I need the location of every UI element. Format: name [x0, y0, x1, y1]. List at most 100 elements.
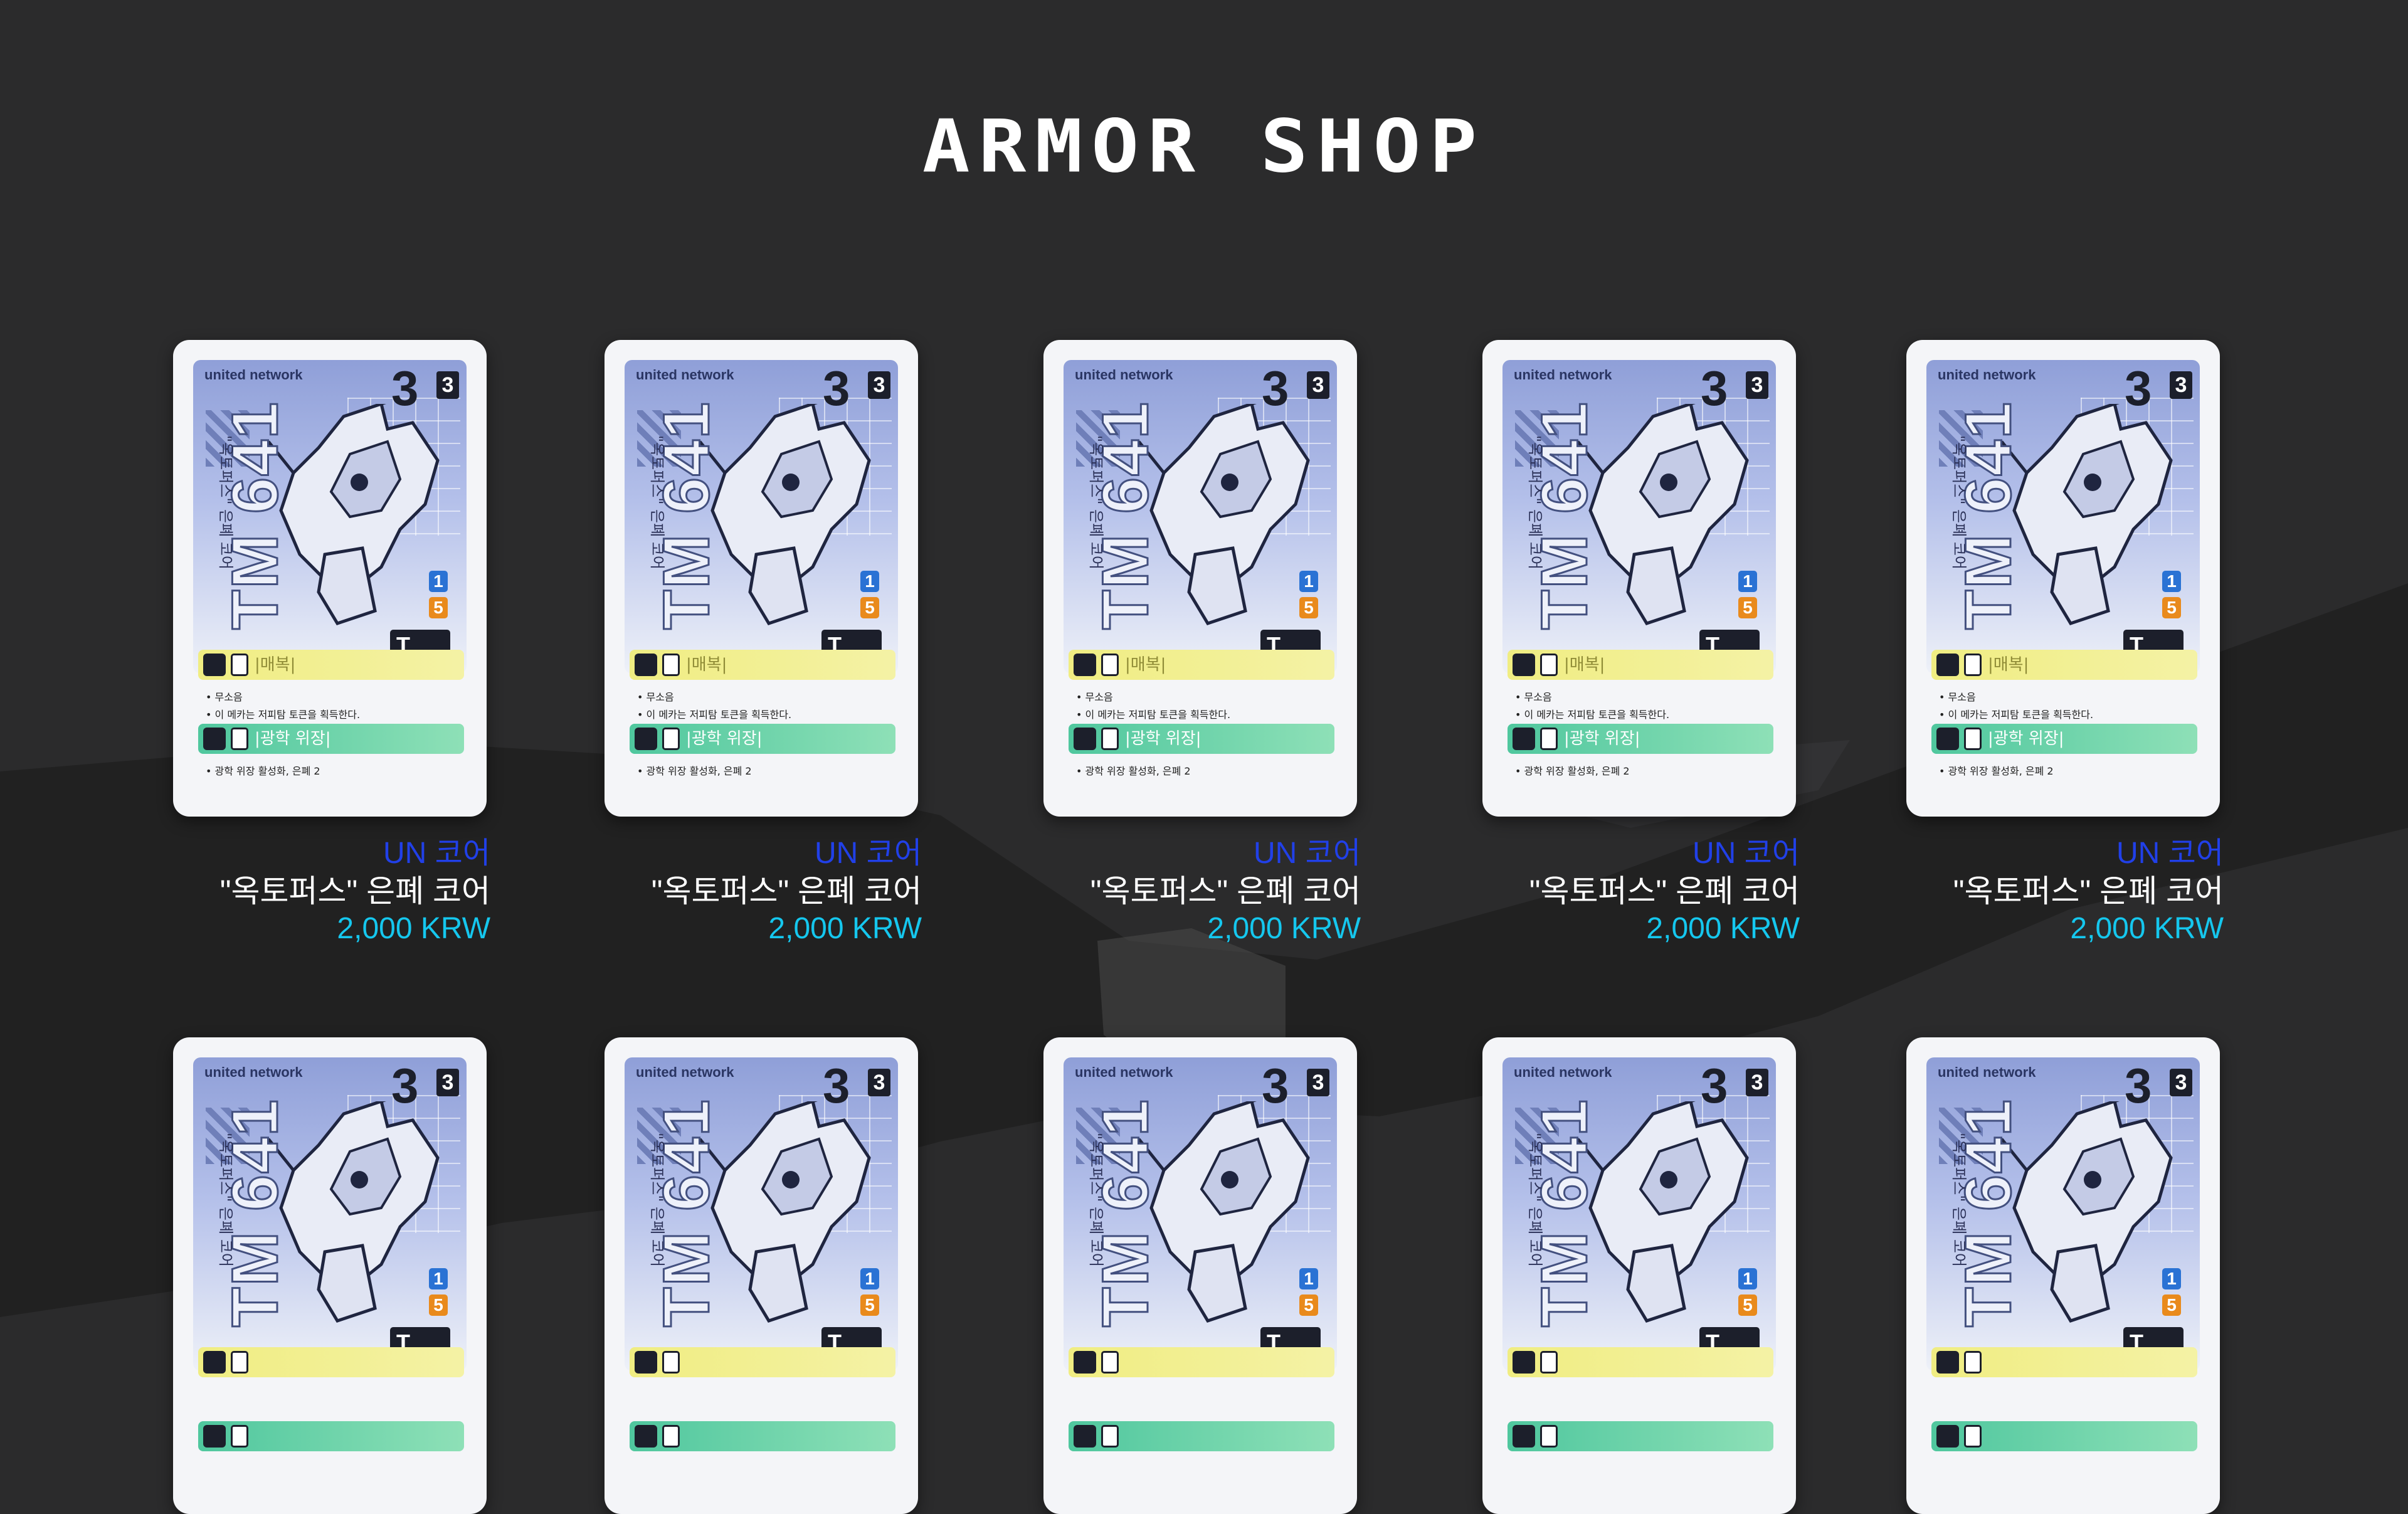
card-cost-box: 3 [2170, 371, 2192, 399]
card-stat-orange: 5 [429, 1294, 448, 1316]
product-card-image[interactable]: united network 3 3 TM 641 "옥토퍼스" 은폐 코어 1… [1906, 1037, 2220, 1514]
card-logo: united network [1514, 1064, 1612, 1080]
product-card-image[interactable]: united network 3 3 TM 641 "옥토퍼스" 은폐 코어 1… [1906, 340, 2220, 817]
card-ability-ambush [630, 1347, 895, 1377]
card-stat-orange: 5 [860, 1294, 879, 1316]
product-name: "옥토퍼스" 은폐 코어 [1529, 874, 1800, 909]
card-stat-blue: 1 [1299, 571, 1318, 592]
product-name: "옥토퍼스" 은폐 코어 [219, 874, 490, 909]
card-art: united network 3 3 TM 641 "옥토퍼스" 은폐 코어 1… [193, 360, 467, 674]
product-price: 2,000 KRW [2070, 912, 2224, 945]
card-logo: united network [1938, 1064, 2036, 1080]
card-art: united network 3 3 TM 641 "옥토퍼스" 은폐 코어 1… [193, 1057, 467, 1371]
card-stat-orange: 5 [2162, 1294, 2181, 1316]
card-cost: 3 [823, 1058, 850, 1113]
armor-shop-page: { "page": { "title": "ARMOR SHOP", "back… [0, 0, 2408, 1514]
card-vertical-name: "옥토퍼스" 은폐 코어 [217, 435, 235, 569]
card-cost-box: 3 [1746, 1069, 1768, 1096]
card-art: united network 3 3 TM 641 "옥토퍼스" 은폐 코어 1… [1502, 1057, 1776, 1371]
card-vertical-name: "옥토퍼스" 은폐 코어 [1950, 435, 1968, 569]
card-text-line: • 이 메카는 저피탐 토큰을 획득한다. [1515, 709, 1670, 721]
product-brand: UN 코어 [1254, 837, 1361, 870]
card-logo: united network [1938, 367, 2036, 383]
card-ability-ambush: |매복| [198, 650, 464, 680]
card-cost: 3 [2125, 1058, 2152, 1113]
card-art: united network 3 3 TM 641 "옥토퍼스" 은폐 코어 1… [625, 360, 898, 674]
card-text-line: • 광학 위장 활성화, 은폐 2 [1939, 765, 2054, 777]
card-cost: 3 [1701, 361, 1728, 416]
card-art: united network 3 3 TM 641 "옥토퍼스" 은폐 코어 1… [625, 1057, 898, 1371]
product-caption: UN 코어 "옥토퍼스" 은폐 코어 2,000 KRW [1953, 835, 2224, 947]
product-card-image[interactable]: united network 3 3 TM 641 "옥토퍼스" 은폐 코어 1… [605, 340, 918, 817]
card-art: united network 3 3 TM 641 "옥토퍼스" 은폐 코어 1… [1064, 360, 1337, 674]
card-vertical-name: "옥토퍼스" 은폐 코어 [648, 1133, 666, 1267]
card-ability-camo [1069, 1421, 1334, 1451]
product-name: "옥토퍼스" 은폐 코어 [1090, 874, 1361, 909]
product-card-image[interactable]: united network 3 3 TM 641 "옥토퍼스" 은폐 코어 1… [605, 1037, 918, 1514]
card-stat-orange: 5 [1738, 597, 1757, 618]
card-art: united network 3 3 TM 641 "옥토퍼스" 은폐 코어 1… [1926, 360, 2200, 674]
card-ability-ambush [198, 1347, 464, 1377]
product-name: "옥토퍼스" 은폐 코어 [1953, 874, 2224, 909]
card-ability-ambush: |매복| [1931, 650, 2197, 680]
product-brand: UN 코어 [2116, 837, 2224, 870]
card-stat-orange: 5 [1738, 1294, 1757, 1316]
card-cost-box: 3 [1307, 1069, 1329, 1096]
product-card-image[interactable]: united network 3 3 TM 641 "옥토퍼스" 은폐 코어 1… [1482, 1037, 1796, 1514]
card-ability-ambush [1069, 1347, 1334, 1377]
product-price: 2,000 KRW [1207, 912, 1361, 945]
card-logo: united network [636, 367, 734, 383]
card-stat-blue: 1 [1738, 1268, 1757, 1289]
product-caption: UN 코어 "옥토퍼스" 은폐 코어 2,000 KRW [220, 835, 490, 947]
card-cost: 3 [391, 361, 419, 416]
product-card-image[interactable]: united network 3 3 TM 641 "옥토퍼스" 은폐 코어 1… [1043, 1037, 1357, 1514]
card-cost-box: 3 [868, 371, 890, 399]
product-price: 2,000 KRW [768, 912, 922, 945]
card-vertical-name: "옥토퍼스" 은폐 코어 [1526, 435, 1544, 569]
product-card-image[interactable]: united network 3 3 TM 641 "옥토퍼스" 은폐 코어 1… [173, 1037, 487, 1514]
card-text-line: • 무소음 [206, 691, 243, 703]
card-ability-camo: |광학 위장| [630, 724, 895, 754]
product-price: 2,000 KRW [337, 912, 490, 945]
card-cost-box: 3 [1746, 371, 1768, 399]
card-stat-orange: 5 [429, 597, 448, 618]
card-text-line: • 광학 위장 활성화, 은폐 2 [1515, 765, 1630, 777]
product-card-image[interactable]: united network 3 3 TM 641 "옥토퍼스" 은폐 코어 1… [173, 340, 487, 817]
card-vertical-name: "옥토퍼스" 은폐 코어 [1087, 1133, 1105, 1267]
card-stat-blue: 1 [2162, 1268, 2181, 1289]
card-stat-blue: 1 [860, 571, 879, 592]
card-ability-ambush: |매복| [1508, 650, 1773, 680]
product-brand: UN 코어 [383, 837, 490, 870]
card-text-line: • 무소음 [637, 691, 674, 703]
card-stat-blue: 1 [2162, 571, 2181, 592]
card-text-line: • 무소음 [1939, 691, 1976, 703]
card-stat-blue: 1 [429, 1268, 448, 1289]
product-card-image[interactable]: united network 3 3 TM 641 "옥토퍼스" 은폐 코어 1… [1482, 340, 1796, 817]
card-ability-ambush: |매복| [1069, 650, 1334, 680]
card-ability-camo [198, 1421, 464, 1451]
card-logo: united network [1075, 1064, 1173, 1080]
card-cost: 3 [391, 1058, 419, 1113]
card-logo: united network [1075, 367, 1173, 383]
card-ability-camo [1931, 1421, 2197, 1451]
product-brand: UN 코어 [815, 837, 922, 870]
card-logo: united network [204, 1064, 303, 1080]
card-ability-ambush [1508, 1347, 1773, 1377]
card-ability-ambush: |매복| [630, 650, 895, 680]
card-text-line: • 무소음 [1515, 691, 1552, 703]
card-text-line: • 이 메카는 저피탐 토큰을 획득한다. [637, 709, 792, 721]
card-ability-camo: |광학 위장| [198, 724, 464, 754]
card-text-line: • 이 메카는 저피탐 토큰을 획득한다. [1076, 709, 1231, 721]
card-text-line: • 이 메카는 저피탐 토큰을 획득한다. [206, 709, 361, 721]
product-card-image[interactable]: united network 3 3 TM 641 "옥토퍼스" 은폐 코어 1… [1043, 340, 1357, 817]
card-cost: 3 [1701, 1058, 1728, 1113]
card-art: united network 3 3 TM 641 "옥토퍼스" 은폐 코어 1… [1926, 1057, 2200, 1371]
card-vertical-name: "옥토퍼스" 은폐 코어 [648, 435, 666, 569]
card-vertical-name: "옥토퍼스" 은폐 코어 [1087, 435, 1105, 569]
card-ability-camo: |광학 위장| [1508, 724, 1773, 754]
card-art: united network 3 3 TM 641 "옥토퍼스" 은폐 코어 1… [1502, 360, 1776, 674]
card-stat-orange: 5 [1299, 597, 1318, 618]
card-text-line: • 광학 위장 활성화, 은폐 2 [1076, 765, 1191, 777]
card-stat-blue: 1 [429, 571, 448, 592]
card-cost-box: 3 [1307, 371, 1329, 399]
